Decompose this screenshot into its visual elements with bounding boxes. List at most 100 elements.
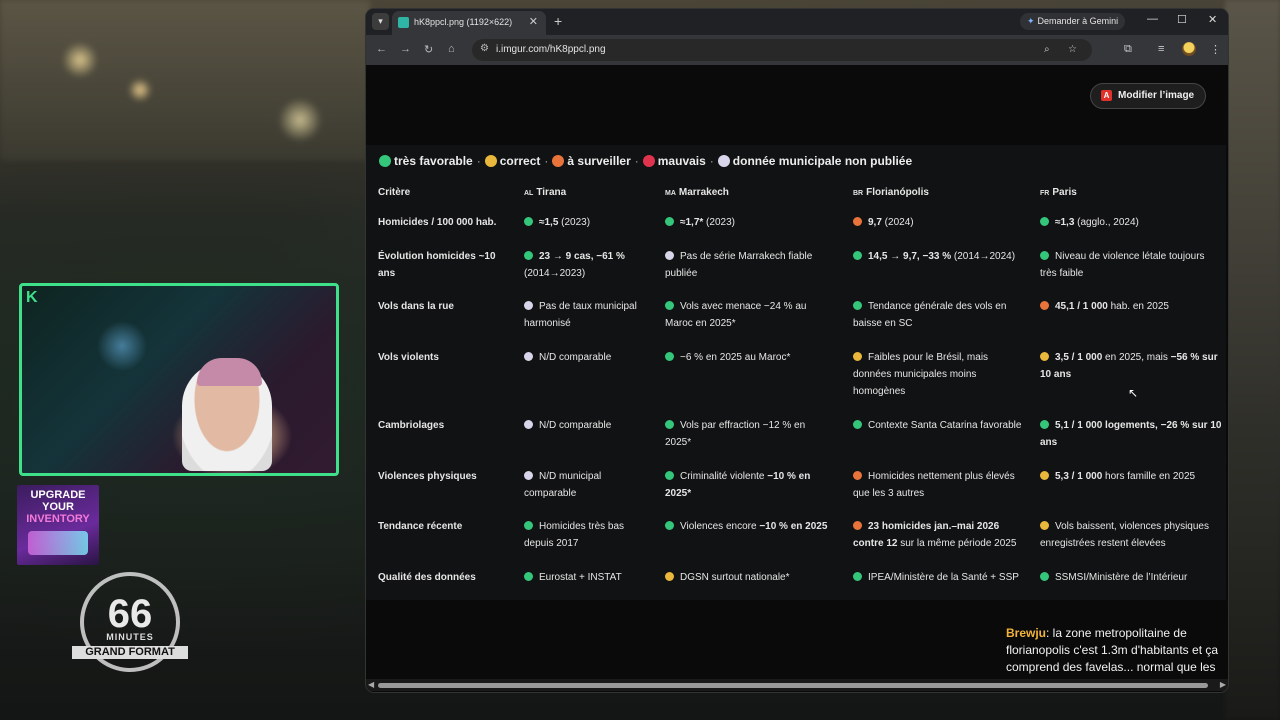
row-label: Tendance récente [378, 521, 463, 532]
status-dot-icon [524, 572, 533, 581]
background-lights [0, 0, 370, 160]
zoom-icon[interactable]: ⌕ [1044, 44, 1050, 55]
maximize-button[interactable]: ☐ [1177, 13, 1187, 26]
column-header: BR Florianópolis [853, 187, 929, 198]
table-cell: ≈1,5 (2023) [524, 214, 654, 231]
row-label: Qualité des données [378, 572, 476, 583]
browser-window: ▾ hK8ppcl.png (1192×622) ✕ + ✦ Demander à… [366, 9, 1228, 692]
legend-label: correct [499, 154, 541, 168]
table-cell: Vols par effraction −12 % en 2025* [665, 417, 830, 451]
scroll-left-icon[interactable]: ◀ [368, 680, 374, 689]
column-header-label: Tirana [536, 187, 567, 198]
legend-separator: · [476, 154, 481, 168]
flag-icon: MA [665, 190, 676, 197]
extensions-icon[interactable]: ⧉ [1124, 43, 1132, 56]
edit-image-button[interactable]: A Modifier l’image [1090, 83, 1207, 109]
status-dot-icon [524, 217, 533, 226]
ad-line-1: UPGRADE [30, 489, 86, 501]
upgrade-inventory-ad: UPGRADE YOUR INVENTORY [17, 485, 99, 565]
forward-arrow-icon[interactable]: → [400, 43, 411, 55]
tab-close-icon[interactable]: ✕ [529, 15, 538, 28]
table-cell: Contexte Santa Catarina favorable [853, 417, 1028, 434]
logo-minutes: MINUTES [106, 632, 154, 642]
image-favicon-icon [398, 17, 409, 28]
home-icon[interactable]: ⌂ [448, 43, 455, 55]
cell-value: N/D municipal comparable [524, 471, 602, 499]
legend: très favorable · correct · à surveiller · mauv… [379, 154, 912, 168]
tab-search-icon[interactable]: ≡ [1158, 43, 1164, 55]
table-cell: 14,5 → 9,7, −33 % (2014→2024) [853, 248, 1028, 265]
kick-logo-icon: K [26, 289, 38, 306]
cell-value: DGSN surtout nationale* [680, 572, 790, 583]
status-dot-icon [853, 251, 862, 260]
address-bar[interactable]: ⚙ i.imgur.com/hK8ppcl.png ⌕ ☆ [472, 39, 1092, 61]
cell-value: Pas de taux municipal harmonisé [524, 301, 637, 329]
profile-avatar[interactable] [1182, 42, 1196, 56]
cell-value: Vols baissent, violences physiques enreg… [1040, 521, 1209, 549]
column-header-label: Florianópolis [866, 187, 929, 198]
page-content: A Modifier l’image très favorable · correct… [366, 65, 1228, 692]
status-dot-icon [1040, 521, 1049, 530]
table-cell: N/D comparable [524, 417, 654, 434]
cell-value: Tendance générale des vols en baisse en … [853, 301, 1007, 329]
status-dot-icon [1040, 420, 1049, 429]
status-dot-icon [665, 572, 674, 581]
reload-icon[interactable]: ↻ [424, 43, 433, 56]
row-label: Vols violents [378, 352, 439, 363]
status-dot-icon [853, 420, 862, 429]
ask-gemini-button[interactable]: ✦ Demander à Gemini [1020, 13, 1126, 30]
site-info-icon[interactable]: ⚙ [480, 43, 489, 54]
scrollbar-thumb[interactable] [378, 683, 1208, 688]
background-right [1225, 0, 1280, 720]
back-arrow-icon[interactable]: ← [376, 43, 387, 55]
tab-title: hK8ppcl.png (1192×622) [414, 17, 513, 27]
legend-separator: · [634, 154, 639, 168]
table-cell: N/D municipal comparable [524, 468, 654, 502]
new-tab-button[interactable]: + [554, 13, 562, 29]
cell-value: N/D comparable [539, 352, 612, 363]
legend-separator: · [544, 154, 549, 168]
scroll-right-icon[interactable]: ▶ [1220, 680, 1226, 689]
cell-value: Faibles pour le Brésil, mais données mun… [853, 352, 989, 397]
image-view: très favorable · correct · à surveiller · mauv… [366, 145, 1226, 600]
cell-value: (agglo., 2024) [1074, 217, 1139, 228]
table-cell: 23 homicides jan.–mai 2026 contre 12 sur… [853, 518, 1028, 552]
status-dot-icon [524, 521, 533, 530]
flag-icon: FR [1040, 190, 1050, 197]
gemini-sparkle-icon: ✦ [1027, 16, 1035, 26]
webcam-overlay: K [19, 283, 339, 476]
chat-username: Brewju [1006, 626, 1047, 640]
legend-label: très favorable [394, 154, 473, 168]
row-label: Vols dans la rue [378, 301, 454, 312]
cell-value-bold: ≈1,7* [680, 217, 704, 228]
edit-image-icon: A [1101, 89, 1112, 101]
table-cell: −6 % en 2025 au Maroc* [665, 349, 830, 366]
tab-active[interactable]: hK8ppcl.png (1192×622) ✕ [392, 11, 546, 35]
gemini-label: Demander à Gemini [1037, 16, 1119, 26]
logo-grand-format: GRAND FORMAT [72, 646, 188, 659]
status-dot-icon [853, 352, 862, 361]
horizontal-scrollbar[interactable]: ◀ ▶ [366, 679, 1228, 691]
menu-kebab-icon[interactable]: ⋮ [1210, 43, 1221, 56]
status-dot-icon [853, 572, 862, 581]
bookmark-star-icon[interactable]: ☆ [1068, 44, 1077, 55]
table-cell: 45,1 / 1 000 hab. en 2025 [1040, 298, 1222, 315]
legend-label: mauvais [657, 154, 706, 168]
status-dot-icon [1040, 251, 1049, 260]
tab-search-chevron-icon[interactable]: ▾ [372, 13, 389, 30]
66-minutes-logo: 66 MINUTES GRAND FORMAT [72, 572, 188, 672]
minimize-button[interactable]: — [1147, 13, 1158, 25]
status-dot-icon [665, 301, 674, 310]
status-dot-icon [665, 471, 674, 480]
status-dot-icon [524, 420, 533, 429]
close-window-button[interactable]: ✕ [1208, 13, 1217, 26]
cell-value-bold: ≈1,5 [539, 217, 559, 228]
status-dot-icon [1040, 217, 1049, 226]
cell-value-bold: ≈1,3 [1055, 217, 1075, 228]
status-dot-icon [1040, 471, 1049, 480]
cell-value: Homicides nettement plus élevés que les … [853, 471, 1015, 499]
cell-value: (2023) [558, 217, 591, 228]
table-cell: Niveau de violence létale toujours très … [1040, 248, 1222, 282]
status-dot-icon [665, 521, 674, 530]
table-cell: Tendance générale des vols en baisse en … [853, 298, 1028, 332]
